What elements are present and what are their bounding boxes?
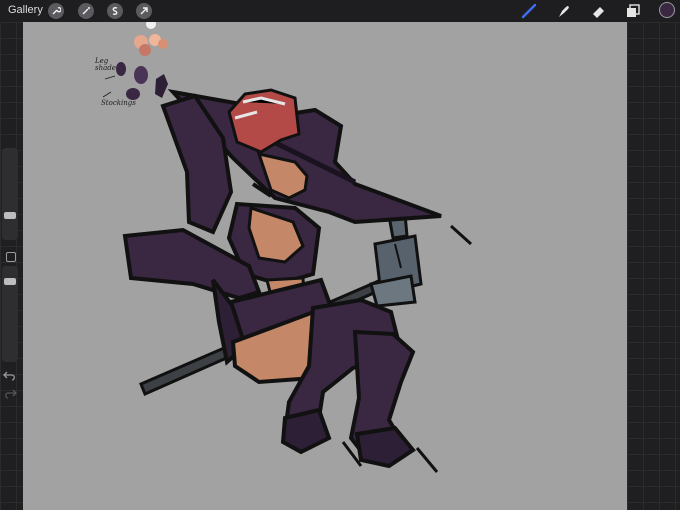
gallery-button[interactable]: Gallery: [8, 4, 43, 16]
brush-size-slider[interactable]: [2, 148, 18, 240]
left-sidebar: [2, 148, 18, 399]
opacity-thumb[interactable]: [4, 278, 16, 285]
note-stockings: Stockings: [101, 99, 136, 107]
brush-icon[interactable]: [520, 2, 538, 20]
transform-arrow-icon[interactable]: [136, 3, 152, 19]
smudge-icon[interactable]: [555, 2, 573, 20]
redo-icon[interactable]: [3, 386, 17, 399]
handwritten-notes: Leg shade: [95, 58, 116, 72]
eraser-icon[interactable]: [590, 2, 608, 20]
hammer-head: [369, 212, 423, 308]
undo-icon[interactable]: [3, 368, 17, 381]
adjustments-wand-icon[interactable]: [78, 3, 94, 19]
drawing-canvas[interactable]: Leg shade Stockings: [23, 22, 627, 510]
selection-s-icon[interactable]: [107, 3, 123, 19]
opacity-slider[interactable]: [2, 266, 18, 362]
artwork: [102, 22, 473, 473]
modify-button[interactable]: [6, 252, 16, 262]
actions-wrench-icon[interactable]: [48, 3, 64, 19]
layers-icon[interactable]: [624, 2, 642, 20]
top-toolbar: Gallery: [0, 0, 680, 22]
color-swatch-button[interactable]: [659, 2, 675, 18]
workspace-background-right: [627, 22, 680, 510]
brush-size-thumb[interactable]: [4, 212, 16, 219]
note-shade: shade: [95, 64, 116, 72]
